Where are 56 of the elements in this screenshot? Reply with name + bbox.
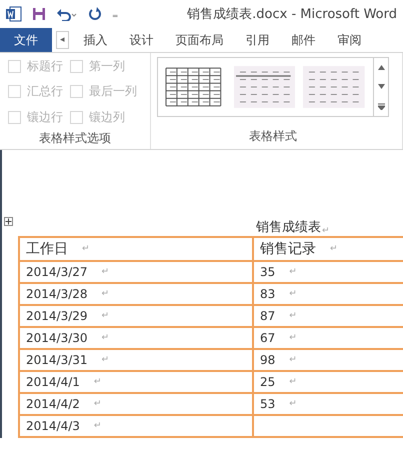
- table-cell: 53: [260, 397, 276, 411]
- paragraph-mark: ↵: [102, 267, 110, 277]
- ribbon-tab[interactable]: 设计: [118, 28, 165, 52]
- paragraph-mark: ↵: [289, 267, 297, 277]
- table-cell: 25: [260, 375, 276, 389]
- table-cell: 2014/4/1: [26, 375, 80, 389]
- paragraph-mark: ↵: [102, 355, 110, 365]
- ribbon-tab[interactable]: 页面布局: [164, 28, 235, 52]
- table-cell: 35: [260, 265, 276, 279]
- paragraph-mark: ↵: [102, 311, 110, 321]
- window-title: 销售成绩表.docx - Microsoft Word: [187, 6, 397, 23]
- group-label: 表格样式: [248, 128, 298, 145]
- paragraph-mark: ↵: [102, 333, 110, 343]
- document-title: 销售成绩表: [256, 219, 321, 236]
- tab-scroll-button[interactable]: ◂: [56, 31, 69, 49]
- paragraph-mark: ↵: [322, 226, 330, 236]
- table-cell: 2014/3/29: [26, 309, 88, 323]
- paragraph-mark: ↵: [330, 244, 338, 254]
- ribbon-tab[interactable]: 引用: [234, 28, 281, 52]
- paragraph-mark: ↵: [289, 399, 297, 409]
- table-cell: 2014/4/2: [26, 397, 80, 411]
- move-handle-icon[interactable]: [4, 217, 13, 226]
- paragraph-mark: ↵: [289, 377, 297, 387]
- ribbon-tab[interactable]: 审阅: [326, 28, 373, 52]
- table-cell: 2014/3/28: [26, 287, 88, 301]
- paragraph-mark: ↵: [289, 311, 297, 321]
- table-style-thumbnail[interactable]: [234, 66, 296, 108]
- column-header: 工作日: [26, 240, 68, 258]
- scroll-up-icon[interactable]: [378, 65, 385, 70]
- table-cell: 2014/4/3: [26, 419, 80, 433]
- ribbon-tab[interactable]: 邮件: [280, 28, 327, 52]
- table-cell: 98: [260, 353, 276, 367]
- paragraph-mark: ↵: [102, 289, 110, 299]
- paragraph-mark: ↵: [82, 244, 90, 254]
- column-header: 销售记录: [260, 240, 316, 258]
- customize-button[interactable]: ₌: [112, 7, 118, 21]
- paragraph-mark: ↵: [289, 289, 297, 299]
- scroll-down-icon[interactable]: [378, 84, 385, 90]
- table-cell: 2014/3/31: [26, 353, 88, 367]
- paragraph-mark: ↵: [94, 377, 102, 387]
- paragraph-mark: ↵: [94, 399, 102, 409]
- ribbon-tab[interactable]: 插入: [72, 28, 119, 52]
- redo-icon[interactable]: [88, 7, 102, 21]
- paragraph-mark: ↵: [289, 333, 297, 343]
- more-icon[interactable]: [378, 102, 385, 110]
- paragraph-mark: ↵: [289, 355, 297, 365]
- word-icon[interactable]: [6, 6, 22, 22]
- table-cell: 2014/3/27: [26, 265, 88, 279]
- group-label: 表格样式选项: [38, 130, 112, 147]
- table-cell: 2014/3/30: [26, 331, 88, 345]
- table-cell: 67: [260, 331, 276, 345]
- table-style-thumbnail[interactable]: [303, 66, 366, 108]
- table-cell: 87: [260, 309, 276, 323]
- table-cell: 83: [260, 287, 276, 301]
- undo-icon[interactable]: [56, 7, 78, 21]
- paragraph-mark: ↵: [94, 421, 102, 431]
